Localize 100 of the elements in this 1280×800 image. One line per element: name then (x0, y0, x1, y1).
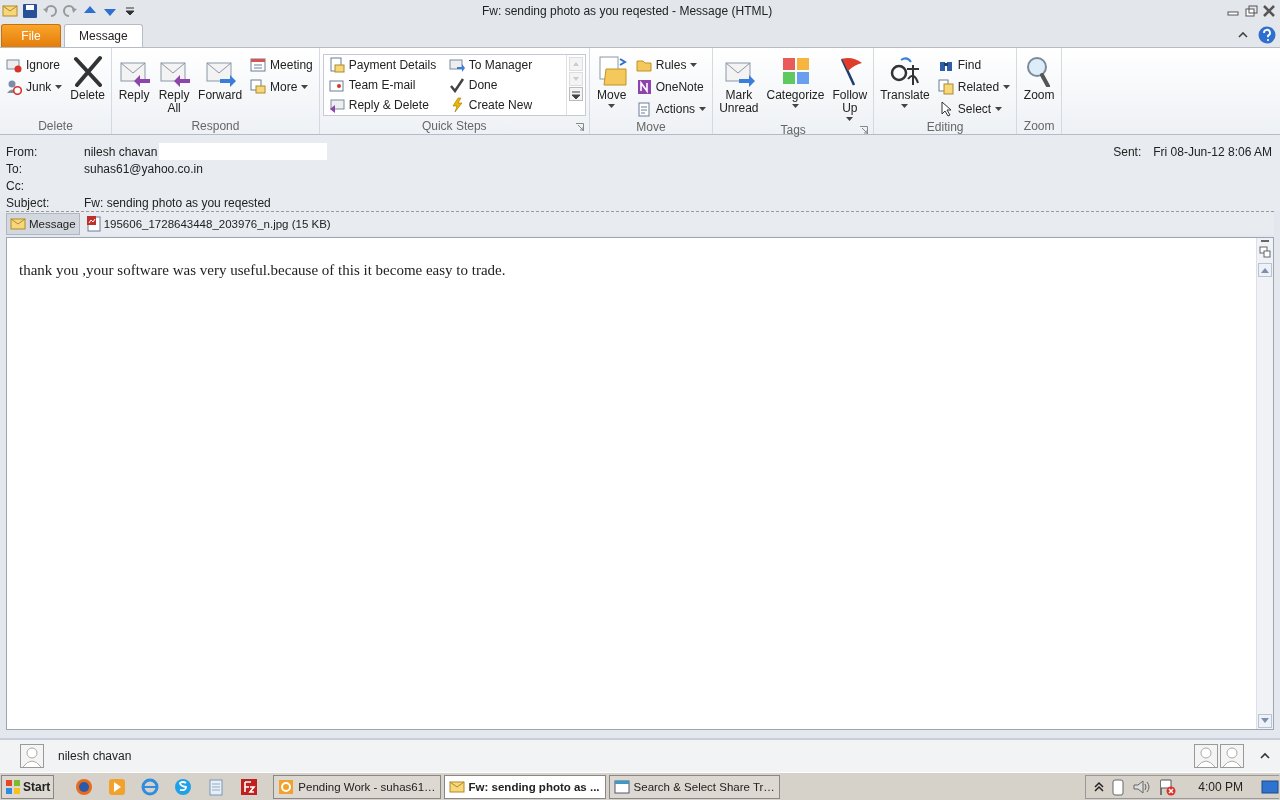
ribbon-button[interactable]: Actions (632, 99, 710, 119)
dropdown-caret-icon (995, 107, 1003, 111)
speaker-icon[interactable] (1132, 777, 1151, 796)
group-label: Move (636, 119, 666, 134)
quick-step[interactable]: Payment Details (325, 55, 446, 75)
clock[interactable]: 4:00 PM (1198, 779, 1243, 794)
group-label: Tags (780, 123, 806, 137)
close-icon[interactable] (1262, 4, 1276, 18)
dialog-launcher-icon[interactable] (575, 123, 584, 131)
person-silhouette-icon[interactable] (1194, 744, 1218, 768)
ribbon-button[interactable]: Reply All (155, 53, 194, 117)
group-label: Quick Steps (421, 119, 487, 133)
ribbon-button[interactable]: Delete (67, 53, 109, 104)
ribbon-button[interactable]: Rules (632, 55, 710, 75)
person-silhouette-icon (20, 744, 44, 768)
taskbar-button[interactable]: Pending Work - suhas61… (273, 774, 441, 799)
dropdown-caret-icon (699, 107, 707, 111)
ribbon-button[interactable]: Follow Up (829, 53, 871, 123)
ribbon-button[interactable]: Zoom (1020, 53, 1059, 104)
ribbon-button[interactable]: Categorize (763, 53, 828, 110)
group-label: Zoom (1023, 119, 1055, 133)
field-label: To: (6, 161, 23, 176)
quick-step[interactable]: Reply & Delete (325, 95, 446, 115)
dropdown-caret-icon (690, 63, 698, 67)
notebook-icon (635, 79, 652, 95)
help-icon[interactable] (1258, 25, 1276, 44)
ribbon-button[interactable]: More (247, 77, 316, 97)
split-icon[interactable] (1258, 239, 1272, 261)
globe-icon[interactable] (75, 777, 94, 796)
attachment[interactable]: 195606_1728643448_203976_n.jpg (15 KB) (83, 214, 334, 234)
ribbon-button[interactable]: Forward (195, 53, 246, 104)
notepad-icon[interactable] (207, 777, 226, 796)
field-label: Sent: (1113, 144, 1142, 159)
dropdown-caret-icon (301, 85, 309, 89)
dropdown-caret-icon (608, 104, 616, 108)
ribbon-button[interactable]: Mark Unread (716, 53, 762, 117)
redo-icon[interactable] (62, 3, 78, 19)
envelope-icon (448, 778, 465, 795)
group-label: Editing (926, 119, 964, 134)
scroll-up-icon[interactable] (568, 57, 583, 71)
quick-step[interactable]: To Manager (445, 55, 564, 75)
image-file-icon (86, 216, 101, 232)
clipboard-icon (635, 101, 652, 117)
ribbon-button[interactable]: Move (592, 53, 631, 110)
quick-step[interactable]: Done (445, 75, 564, 95)
field-value: suhas61@yahoo.co.in (84, 161, 203, 176)
field-value: Fri 08-Jun-12 8:06 AM (1153, 144, 1272, 159)
vertical-scrollbar[interactable] (1256, 238, 1273, 729)
field-label: From: (6, 144, 39, 159)
flag-error-icon[interactable] (1158, 777, 1177, 796)
envelope-icon (10, 216, 26, 232)
expand-gallery-icon[interactable] (568, 87, 583, 101)
start-button[interactable]: Start (1, 774, 55, 799)
ribbon-button[interactable]: Select (934, 99, 1014, 119)
restore-icon[interactable] (1244, 4, 1258, 18)
dropdown-caret-icon (846, 117, 854, 121)
message-body: thank you ,your software was very useful.because of this it become easy to trade. (18, 261, 507, 280)
ribbon-button[interactable]: Ignore (3, 55, 66, 75)
app-o-icon (278, 778, 295, 795)
folder-icon (635, 57, 652, 73)
person-blocked-icon (6, 79, 22, 95)
expand-icon[interactable] (1260, 751, 1270, 761)
scroll-up-icon[interactable] (1258, 263, 1272, 277)
quick-step[interactable]: Create New (445, 95, 564, 115)
show-hidden-icon[interactable] (1094, 780, 1105, 793)
group-label: Respond (191, 119, 240, 133)
message-tab[interactable]: Message (6, 213, 80, 235)
ribbon-button[interactable]: Related (934, 77, 1014, 97)
dropdown-caret-icon (1003, 85, 1011, 89)
field-value: nilesh chavan (84, 144, 158, 159)
ribbon-button[interactable]: OneNote (632, 77, 710, 97)
browser-e-icon[interactable] (141, 777, 160, 796)
x-mark-icon (71, 55, 104, 87)
fz-logo-icon[interactable] (240, 777, 259, 796)
play-icon[interactable] (108, 777, 127, 796)
quick-step[interactable]: Team E-mail (325, 75, 446, 95)
save-icon[interactable] (22, 3, 38, 19)
documents-icon (937, 79, 954, 95)
taskbar-button[interactable]: Fw: sending photo as ... (443, 774, 606, 799)
field-label: Subject: (6, 195, 51, 210)
translate-icon (889, 55, 921, 87)
scroll-down-icon[interactable] (1258, 714, 1272, 728)
dialog-launcher-icon[interactable] (860, 126, 869, 134)
windows-logo-icon (5, 778, 21, 795)
show-desktop-icon[interactable] (1261, 778, 1279, 795)
taskbar-button[interactable]: Search & Select Share Tr… (608, 774, 780, 799)
dropdown-caret-icon (901, 104, 909, 108)
person-silhouette-icon[interactable] (1220, 744, 1244, 768)
chat-s-icon[interactable] (174, 777, 193, 796)
dropdown-caret-icon (792, 104, 799, 108)
battery-icon[interactable] (1112, 777, 1125, 796)
window-icon (613, 778, 630, 795)
envelope-icon (2, 3, 18, 19)
ribbon-button[interactable]: Junk (3, 77, 66, 97)
ribbon-button[interactable]: Translate (877, 53, 933, 110)
ribbon-tab[interactable]: Message (64, 24, 143, 48)
ribbon-button[interactable]: Find (934, 55, 1014, 75)
ribbon-button[interactable]: Reply (115, 53, 154, 104)
ribbon-button[interactable]: Meeting (247, 55, 316, 75)
dropdown-caret-icon (55, 85, 63, 89)
